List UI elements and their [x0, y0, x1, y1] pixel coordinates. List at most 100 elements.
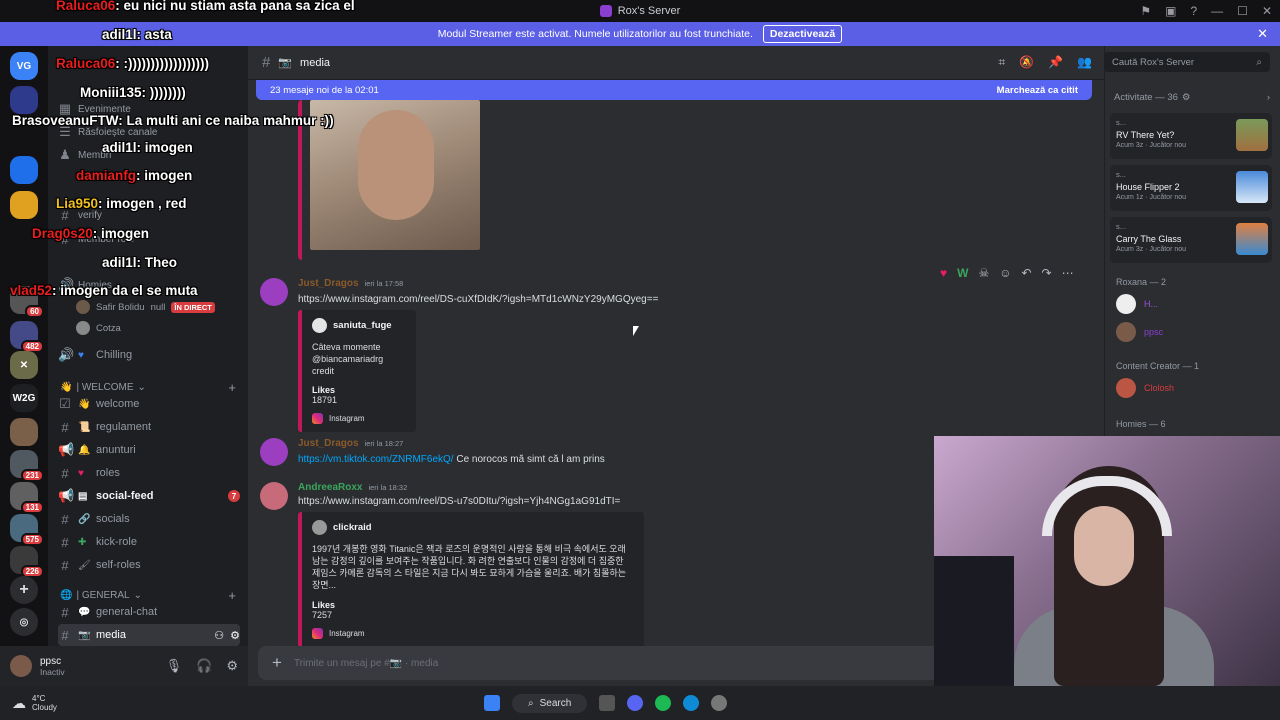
avatar[interactable]	[260, 482, 288, 510]
deactivate-button[interactable]: Dezactivează	[762, 25, 843, 43]
notification-bell-icon[interactable]: 🔕	[1019, 55, 1034, 70]
headphones-icon[interactable]: 🎧	[196, 658, 212, 674]
link-embed[interactable]: clickraid 1997년 개봉한 영화 Titanic은 잭과 로즈의 운…	[298, 512, 644, 647]
voice-user-tag: null	[150, 301, 166, 313]
voice-user[interactable]: Safir Bolidu null ÎN DIRECT	[76, 300, 215, 314]
screen-icon[interactable]: ▣	[1165, 4, 1176, 18]
weather-widget[interactable]: ☁ 4°C Cloudy	[12, 694, 57, 712]
heart-icon: ♥	[78, 467, 84, 479]
close-banner-icon[interactable]: ✕	[1257, 26, 1268, 42]
guild-icon[interactable]	[10, 86, 38, 114]
message-author[interactable]: Just_Dragos ieri la 18:27	[298, 438, 403, 449]
close-window-icon[interactable]: ✕	[1262, 4, 1272, 18]
scroll-icon: 📜	[78, 421, 91, 433]
browse-channels-item[interactable]: ☰ Răsfoiește canale	[58, 121, 240, 143]
avatar[interactable]	[10, 655, 32, 677]
help-icon[interactable]: ?	[1190, 4, 1197, 18]
member-item[interactable]: Clolosh	[1116, 378, 1174, 398]
video-embed[interactable]	[298, 100, 488, 260]
message[interactable]: Just_Dragos ieri la 17:58 https://www.ins…	[258, 278, 1088, 433]
guild-icon[interactable]: ✕	[10, 351, 38, 379]
settings-gear-icon[interactable]: ⚙	[1182, 92, 1191, 103]
channel-media[interactable]: # 📷 media ⚇ ⚙	[58, 624, 240, 646]
activity-card[interactable]: s... Carry The Glass Acum 3z · Jucător n…	[1110, 217, 1272, 263]
voice-user[interactable]: Cotza	[76, 321, 121, 335]
threads-icon[interactable]: ⌗	[998, 55, 1005, 70]
members-item[interactable]: ♟ Membri	[58, 144, 240, 166]
channel-verify[interactable]: # verify	[58, 204, 240, 226]
avatar[interactable]	[260, 438, 288, 466]
spotify-icon[interactable]	[655, 695, 672, 711]
guild-icon[interactable]: VG	[10, 52, 38, 80]
embed-field-value: 18791	[312, 395, 338, 406]
maximize-icon[interactable]: ☐	[1237, 4, 1248, 18]
channel-socials[interactable]: # 🔗 socials	[58, 508, 240, 530]
guild-icon[interactable]: W2G	[10, 384, 38, 412]
message-time: ieri la 17:58	[364, 279, 404, 288]
embed-author-name: clickraid	[333, 522, 372, 533]
microphone-icon[interactable]: 🎙	[166, 658, 183, 674]
activity-card[interactable]: s... RV There Yet? Acum 3z · Jucător nou	[1110, 113, 1272, 159]
discord-icon[interactable]	[627, 695, 644, 711]
channel-member-role[interactable]: # Member role	[58, 228, 240, 250]
channel-regulament[interactable]: # 📜 regulament	[58, 416, 240, 438]
activity-card[interactable]: s... House Flipper 2 Acum 1z · Jucător n…	[1110, 165, 1272, 211]
events-item[interactable]: ▦ Evenimente	[58, 98, 240, 120]
settings-gear-icon[interactable]: ⚙	[230, 629, 240, 642]
message-link[interactable]: https://www.instagram.com/reel/DS-u7s0DI…	[298, 496, 620, 507]
minimize-icon[interactable]: —	[1211, 4, 1223, 18]
camera-icon: 📷	[78, 629, 91, 641]
channel-kick-role[interactable]: # ✚ kick-role	[58, 531, 240, 553]
member-item[interactable]: H...	[1116, 294, 1158, 314]
message-author[interactable]: AndreeaRoxx ieri la 18:32	[298, 482, 407, 493]
windows-start-icon[interactable]	[484, 695, 500, 711]
guild-icon[interactable]: 131	[10, 482, 44, 514]
channel-label: kick-role	[96, 536, 137, 548]
channel-general-chat[interactable]: # 💬 general-chat	[58, 601, 240, 623]
guild-icon[interactable]	[10, 156, 38, 184]
guild-icon[interactable]: 575	[10, 514, 44, 546]
channel-social-feed[interactable]: 📢 ▤ social-feed 7	[58, 485, 240, 507]
embed-avatar	[312, 318, 327, 333]
attach-plus-icon[interactable]: +	[272, 653, 282, 673]
channel-welcome[interactable]: ☑ 👋 welcome	[58, 393, 240, 415]
gear-icon[interactable]: ⚙	[226, 658, 238, 674]
link-embed[interactable]: saniuta_fuge Câteva momente @biancamaria…	[298, 310, 416, 433]
guild-icon[interactable]: 60	[10, 286, 44, 318]
new-messages-bar[interactable]: 23 mesaje noi de la 02:01 Marchează ca c…	[256, 80, 1092, 100]
member-list-icon[interactable]: 👥	[1077, 55, 1092, 70]
search-input[interactable]: Caută Rox's Server ⌕	[1104, 52, 1270, 72]
voice-channel-homies[interactable]: 🔊 Homies	[58, 274, 240, 296]
channel-self-roles[interactable]: # 🖌 self-roles	[58, 554, 240, 576]
task-view-icon[interactable]	[599, 695, 616, 711]
activity-header[interactable]: Activitate — 36 ⚙ ›	[1114, 92, 1270, 103]
member-item[interactable]: ppsc	[1116, 322, 1163, 342]
hash-icon: #	[61, 534, 69, 550]
guild-icon[interactable]: 231	[10, 450, 44, 482]
chevron-right-icon[interactable]: ›	[1267, 92, 1270, 103]
mark-read-button[interactable]: Marchează ca citit	[997, 85, 1078, 96]
user-info[interactable]: ppsc Inactiv	[40, 656, 65, 677]
channel-list: ▦ Evenimente ☰ Răsfoiește canale ♟ Membri #…	[48, 46, 248, 686]
discover-icon[interactable]: ◎	[10, 608, 38, 636]
channel-roles[interactable]: # ♥ roles	[58, 462, 240, 484]
message-link[interactable]: https://www.instagram.com/reel/DS-cuXfDI…	[298, 294, 658, 305]
guild-icon[interactable]: 482	[10, 321, 44, 353]
voice-channel-chilling[interactable]: 🔊 ♥ Chilling	[58, 344, 240, 366]
taskbar-search[interactable]: ⌕ Search	[512, 693, 588, 713]
channel-anunturi[interactable]: 📢 🔔 anunturi	[58, 439, 240, 461]
inbox-icon[interactable]: ⚑	[1140, 4, 1151, 18]
edge-icon[interactable]	[683, 695, 700, 711]
composer-placeholder[interactable]: Trimite un mesaj pe #📷 · media	[294, 658, 438, 669]
invite-icon[interactable]: ⚇	[214, 629, 224, 642]
message-author[interactable]: Just_Dragos ieri la 17:58	[298, 278, 403, 289]
message-link[interactable]: https://vm.tiktok.com/ZNRMF6ekQ/	[298, 454, 454, 465]
guild-icon[interactable]	[10, 418, 38, 446]
obs-icon[interactable]	[711, 695, 728, 711]
avatar[interactable]	[260, 278, 288, 306]
guild-icon[interactable]	[10, 191, 38, 219]
guild-icon[interactable]: 226	[10, 546, 44, 578]
pin-icon[interactable]: 📌	[1048, 55, 1063, 70]
avatar	[1116, 378, 1136, 398]
add-server-icon[interactable]: +	[10, 576, 38, 604]
